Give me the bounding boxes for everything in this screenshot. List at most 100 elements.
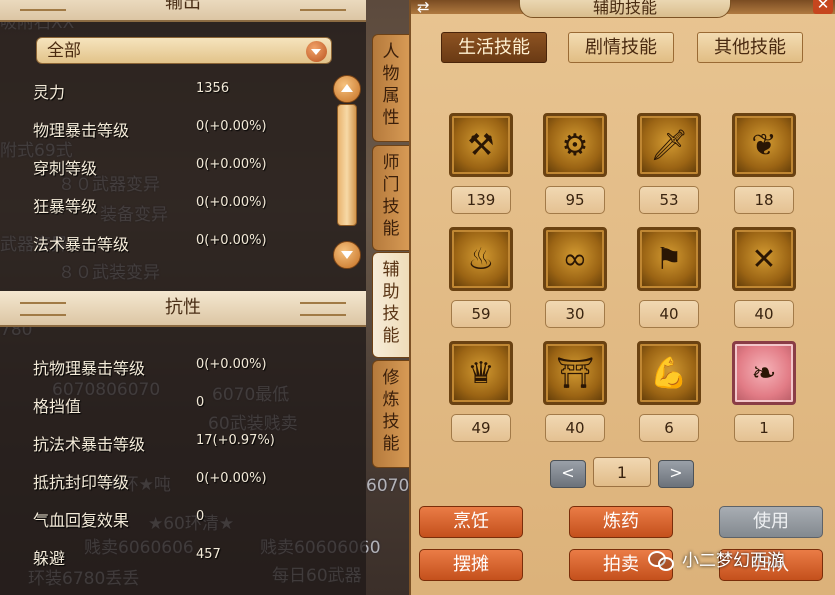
- tab-0[interactable]: 人物属性: [372, 34, 410, 142]
- stat-label: 抗法术暴击等级: [33, 435, 146, 454]
- skill-level: 6: [639, 414, 699, 442]
- tab-label-char: 技: [382, 197, 400, 217]
- stats-scrollbar[interactable]: [333, 75, 361, 269]
- tab-label-char: 技: [382, 304, 400, 324]
- chevron-right-icon: >: [669, 463, 683, 482]
- stat-row: 物理暴击等级 0(+0.00%): [33, 117, 333, 141]
- tab-2[interactable]: 辅助技能: [372, 252, 410, 358]
- strongman-icon[interactable]: ⚒: [449, 113, 513, 177]
- next-page-button[interactable]: >: [658, 460, 694, 488]
- scroll-up-icon[interactable]: [333, 75, 361, 103]
- stat-value: 457: [196, 547, 221, 562]
- tab-label-char: 炼: [382, 390, 400, 410]
- tab-label-char: 人: [382, 42, 400, 62]
- resist-header-label: 抗性: [165, 297, 201, 318]
- chevron-down-icon[interactable]: [306, 41, 327, 62]
- stat-value: 0(+0.00%): [196, 471, 267, 486]
- wheel-icon[interactable]: ⚙: [543, 113, 607, 177]
- bandage-icon-glyph: ∞: [562, 241, 588, 277]
- tab-label-char: 能: [382, 219, 400, 239]
- stat-row: 灵力 1356: [33, 79, 333, 103]
- watermark: 小二梦幻西游: [648, 543, 784, 579]
- chevron-left-icon: <: [561, 463, 575, 482]
- stat-value: 0: [196, 509, 205, 524]
- muscle-icon[interactable]: 💪: [637, 341, 701, 405]
- tab-3[interactable]: 修炼技能: [372, 360, 410, 468]
- skill-level: 59: [451, 300, 511, 328]
- category-tab[interactable]: 生活技能: [441, 32, 547, 63]
- stat-label: 抗物理暴击等级: [33, 359, 146, 378]
- stat-row: 抗物理暴击等级 0(+0.00%): [33, 355, 333, 379]
- stat-value: 0(+0.00%): [196, 357, 267, 372]
- skill-level: 40: [545, 414, 605, 442]
- action-button[interactable]: 烹饪: [419, 506, 523, 538]
- bandage-icon[interactable]: ∞: [543, 227, 607, 291]
- runner-icon[interactable]: ⚑: [637, 227, 701, 291]
- attribute-panel: 输出 全部 灵力 1356 物理暴击等级 0(+0.00%) 穿刺等级 0(+0.00%)…: [0, 0, 366, 595]
- category-tab[interactable]: 其他技能: [697, 32, 803, 63]
- tab-1[interactable]: 师门技能: [372, 145, 410, 251]
- tab-label-char: 属: [382, 86, 400, 106]
- tab-label-char: 修: [382, 368, 400, 388]
- skill-level: 40: [734, 300, 794, 328]
- cooking-icon-glyph: ♨: [467, 241, 495, 277]
- dagger-icon-glyph: 🗡: [649, 127, 689, 163]
- stat-row: 格挡值 0: [33, 393, 333, 417]
- dagger-icon[interactable]: 🗡: [637, 113, 701, 177]
- herb-icon[interactable]: ❦: [732, 113, 796, 177]
- scroll-icon[interactable]: ❧: [732, 341, 796, 405]
- stat-value: 0(+0.00%): [196, 233, 267, 248]
- stat-label: 狂暴等级: [33, 197, 98, 216]
- stat-label: 躲避: [33, 549, 66, 568]
- shop-stall-icon[interactable]: ⛩: [543, 341, 607, 405]
- tab-label-char: 辅: [382, 260, 400, 280]
- close-button[interactable]: ✕: [813, 0, 833, 14]
- runner-icon-glyph: ⚑: [655, 241, 683, 277]
- watermark-text: 小二梦幻西游: [682, 551, 784, 571]
- throne-icon-glyph: ♛: [467, 355, 495, 391]
- output-section-header: 输出: [0, 0, 366, 22]
- stat-value: 17(+0.97%): [196, 433, 275, 448]
- stat-label: 气血回复效果: [33, 511, 130, 530]
- stat-label: 物理暴击等级: [33, 121, 130, 140]
- crossed-tools-icon[interactable]: ✕: [732, 227, 796, 291]
- tab-label-char: 能: [382, 434, 400, 454]
- stat-row: 穿刺等级 0(+0.00%): [33, 155, 333, 179]
- output-header-label: 输出: [165, 0, 201, 13]
- scroll-down-icon[interactable]: [333, 241, 361, 269]
- action-button[interactable]: 炼药: [569, 506, 673, 538]
- stat-label: 格挡值: [33, 397, 82, 416]
- stat-row: 抗法术暴击等级 17(+0.97%): [33, 431, 333, 455]
- swap-icon[interactable]: ⇄: [417, 0, 430, 16]
- tab-label-char: 物: [382, 64, 400, 84]
- tab-label-char: 助: [382, 282, 400, 302]
- throne-icon[interactable]: ♛: [449, 341, 513, 405]
- skill-level: 49: [451, 414, 511, 442]
- crossed-tools-icon-glyph: ✕: [751, 241, 777, 277]
- action-button[interactable]: 摆摊: [419, 549, 523, 581]
- stat-row: 躲避 457: [33, 545, 333, 569]
- stat-label: 穿刺等级: [33, 159, 98, 178]
- scrollbar-thumb[interactable]: [337, 104, 357, 226]
- herb-icon-glyph: ❦: [751, 127, 777, 163]
- muscle-icon-glyph: 💪: [650, 355, 688, 391]
- skill-level: 139: [451, 186, 511, 214]
- stat-label: 灵力: [33, 83, 66, 102]
- scroll-icon-glyph: ❧: [751, 355, 777, 391]
- action-button: 使用: [719, 506, 823, 538]
- stat-value: 0(+0.00%): [196, 195, 267, 210]
- cooking-icon[interactable]: ♨: [449, 227, 513, 291]
- strongman-icon-glyph: ⚒: [467, 127, 495, 163]
- prev-page-button[interactable]: <: [550, 460, 586, 488]
- tab-label-char: 师: [382, 153, 400, 173]
- tab-label-char: 性: [382, 108, 400, 128]
- stat-row: 法术暴击等级 0(+0.00%): [33, 231, 333, 255]
- skill-level: 30: [545, 300, 605, 328]
- skill-level: 18: [734, 186, 794, 214]
- category-tab[interactable]: 剧情技能: [568, 32, 674, 63]
- panel-title: 辅助技能: [519, 0, 731, 18]
- wheel-icon-glyph: ⚙: [561, 127, 589, 163]
- background-text: 6070: [366, 476, 410, 496]
- category-select[interactable]: 全部: [36, 37, 332, 64]
- stat-value: 0(+0.00%): [196, 119, 267, 134]
